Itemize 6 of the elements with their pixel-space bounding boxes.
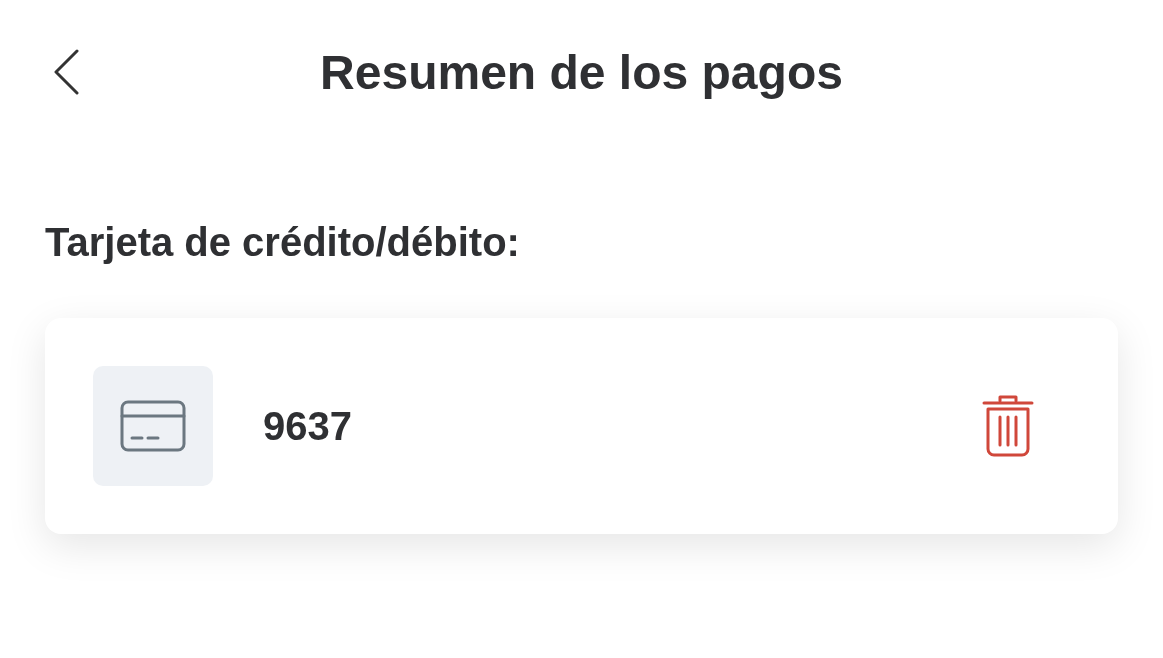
trash-icon [982, 395, 1034, 457]
card-number: 9637 [263, 403, 353, 450]
page-title: Resumen de los pagos [320, 48, 843, 97]
chevron-left-icon [52, 49, 80, 95]
section-label: Tarjeta de crédito/débito: [45, 222, 521, 262]
credit-card-icon [120, 400, 186, 452]
